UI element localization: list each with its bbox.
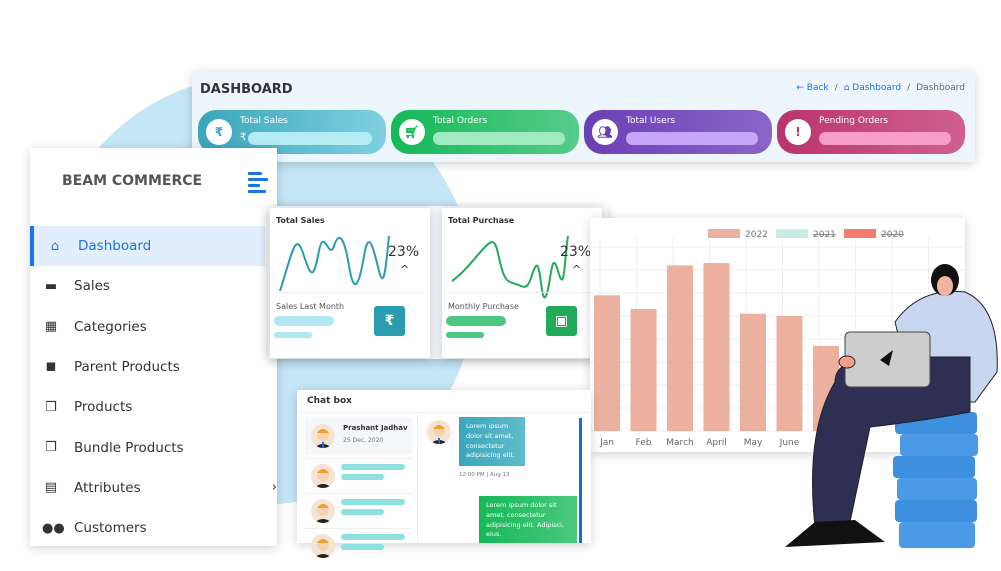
chat-contact[interactable] [305, 493, 413, 527]
home-link[interactable]: ⌂ Dashboard [844, 83, 901, 93]
stat-card-2[interactable]: 👥︎ Total Users [584, 110, 772, 154]
dashboard-header: DASHBOARD ← Back / ⌂ Dashboard / Dashboa… [192, 72, 975, 162]
stat-label: Total Orders [433, 116, 488, 126]
card-percent: 23% [560, 244, 592, 260]
sidebar-item-attributes[interactable]: ▤ Attributes › [30, 468, 277, 508]
chat-message-sent: Lorem ipsum dolor sit amet, consectetur … [479, 496, 577, 543]
sidebar-item-bundle-products[interactable]: ❒ Bundle Products [30, 428, 265, 468]
sidebar-item-parent-products[interactable]: ◼ Parent Products [30, 347, 265, 387]
stat-card-3[interactable]: ! Pending Orders [777, 110, 965, 154]
users-icon: ●● [42, 520, 65, 536]
menu-toggle-icon[interactable] [248, 172, 268, 196]
legend-item: 2020 [881, 230, 904, 240]
boxes-icon: ❒ [45, 440, 57, 455]
message-time: 12:00 PM | Aug 13 [459, 472, 510, 478]
legend-item: 2021 [813, 230, 836, 240]
home-icon: ⌂ [843, 83, 850, 93]
boxes-icon: ❒ [45, 399, 57, 415]
chevron-up-icon: ^ [400, 263, 410, 276]
coin-stack [893, 412, 978, 548]
contact-date: 25 Dec, 2020 [343, 437, 384, 444]
chat-title: Chat box [307, 396, 352, 406]
x-tick-label: Feb [636, 438, 652, 448]
bar-April [703, 263, 730, 431]
grid-icon: ▦ [44, 319, 58, 335]
bar-Feb [630, 309, 657, 431]
card-title: Total Purchase [448, 216, 515, 225]
x-tick-label: March [666, 438, 693, 448]
breadcrumb-current: Dashboard [916, 83, 965, 93]
avatar [311, 424, 335, 448]
exclamation-icon: ! [785, 119, 811, 145]
chat-contact[interactable] [305, 458, 413, 492]
sidebar-item-customers[interactable]: ●● Customers [30, 508, 265, 548]
chat-message-received: Lorem ipsum dolor sit amet, consectetur … [459, 417, 525, 466]
bar-May [740, 313, 766, 431]
chevron-right-icon: › [271, 480, 277, 496]
stat-value-placeholder [248, 132, 372, 145]
money-icon: ▬ [44, 278, 58, 294]
card-percent: 23% [388, 244, 420, 260]
stat-label: Pending Orders [819, 116, 889, 126]
x-tick-label: Jan [599, 438, 614, 448]
tiles-icon: ◼ [45, 359, 57, 375]
stat-label: Total Users [626, 116, 676, 126]
legend-swatch [844, 229, 876, 238]
stat-value-placeholder [626, 132, 758, 145]
avatar [427, 420, 451, 444]
x-tick-label: May [744, 438, 763, 448]
x-tick-label: April [706, 438, 727, 448]
sidebar-item-sales[interactable]: ▬Sales › [30, 266, 277, 306]
back-link[interactable]: ← Back [796, 83, 828, 93]
contact-name: Prashant Jadhav [343, 424, 408, 432]
sidebar-item-dashboard[interactable]: ⌂ Dashboard [30, 226, 265, 266]
cart-icon: 🛒︎ [399, 119, 425, 145]
sidebar-item-products[interactable]: ❒ Products [30, 387, 265, 427]
rupee-icon: ₹ [374, 306, 405, 336]
chat-box: Chat box Prashant Jadhav 25 Dec, 2020 Lo… [297, 390, 591, 558]
avatar [311, 499, 335, 523]
card-subtitle: Sales Last Month [276, 302, 345, 311]
cash-icon: ▣ [546, 306, 577, 336]
sparkline [279, 235, 390, 292]
bar-Jan [594, 295, 620, 431]
bar-March [667, 265, 693, 431]
legend-item: 2022 [745, 230, 768, 240]
sidebar-item-categories[interactable]: ▦ Categories [30, 307, 265, 347]
card-subtitle: Monthly Purchase [448, 302, 519, 311]
woman-laptop-illustration [785, 264, 998, 548]
rupee-icon: ₹ [206, 119, 232, 145]
summary-card-1: Total Purchase 23% ^ Monthly Purchase ▣ [442, 208, 602, 358]
summary-card-0: Total Sales 23% ^ Sales Last Month ₹ [270, 208, 430, 358]
currency-symbol: ₹ [240, 132, 247, 143]
chat-contact-active[interactable]: Prashant Jadhav 25 Dec, 2020 [305, 418, 413, 454]
stat-label: Total Sales [240, 116, 288, 126]
sparkline [451, 235, 569, 299]
legend-swatch [776, 229, 808, 238]
stat-card-1[interactable]: 🛒︎ Total Orders [391, 110, 579, 154]
brand-logo: BEAM COMMERCE [62, 173, 203, 189]
users-icon: 👥︎ [592, 119, 618, 145]
sidebar: BEAM COMMERCE ⌂Dashboard ▬Sales › ▦Categ… [30, 148, 277, 546]
stat-value-placeholder [819, 132, 951, 145]
chevron-up-icon: ^ [572, 263, 582, 276]
home-icon: ⌂ [50, 238, 60, 254]
avatar [311, 464, 335, 488]
chat-contact[interactable] [305, 528, 413, 562]
stat-value-placeholder [433, 132, 565, 145]
card-title: Total Sales [276, 216, 325, 225]
page-title: DASHBOARD [200, 82, 293, 97]
avatar [311, 534, 335, 558]
breadcrumb: ← Back / ⌂ Dashboard / Dashboard [796, 83, 965, 93]
file-icon: ▤ [44, 480, 58, 496]
chat-scrollbar[interactable] [579, 418, 582, 543]
legend-swatch [708, 229, 740, 238]
